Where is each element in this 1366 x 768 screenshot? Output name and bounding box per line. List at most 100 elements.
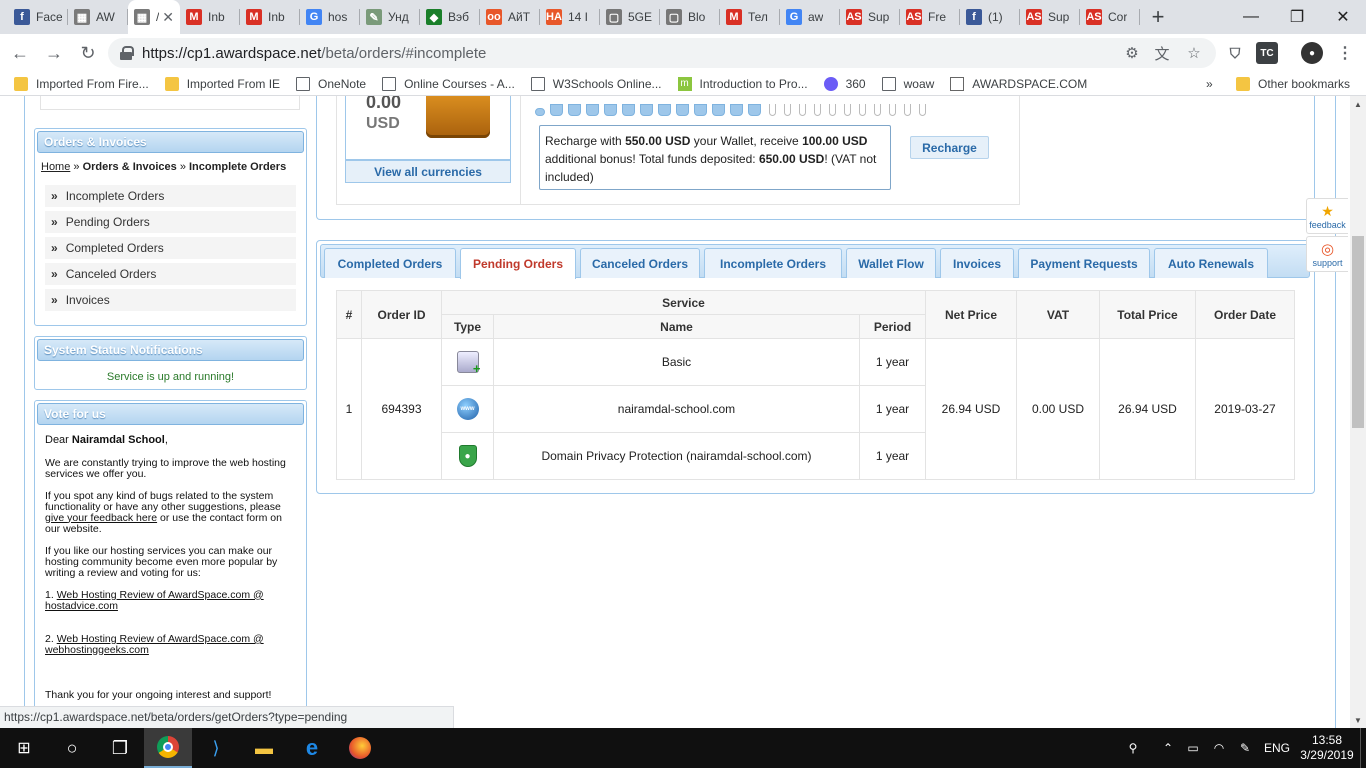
clock[interactable]: 13:58 3/29/2019 xyxy=(1296,728,1358,768)
scroll-thumb[interactable] xyxy=(1352,236,1364,428)
forward-button[interactable]: → xyxy=(38,37,70,69)
webhostinggeeks-review-link[interactable]: Web Hosting Review of AwardSpace.com @ w… xyxy=(45,633,264,656)
bookmark-item[interactable]: m Introduction to Pro... xyxy=(670,72,816,96)
browser-tab[interactable]: ◆ Вэб xyxy=(420,0,480,34)
col-type: Type xyxy=(441,314,494,339)
battery-icon[interactable]: ▭ xyxy=(1182,728,1204,768)
tab-title: Fre xyxy=(928,10,946,24)
language-indicator[interactable]: ENG xyxy=(1262,728,1292,768)
bookmark-item[interactable]: 360 xyxy=(816,72,874,96)
site-settings-icon[interactable]: ⚙ xyxy=(1124,45,1140,62)
tab-incomplete-orders[interactable]: Incomplete Orders xyxy=(704,248,842,278)
browser-tab[interactable]: AS Cor xyxy=(1080,0,1140,34)
people-icon[interactable]: ⚲ xyxy=(1120,728,1146,768)
browser-tab[interactable]: ▦ AW xyxy=(68,0,128,34)
bookmark-label: woaw xyxy=(903,76,935,91)
bookmark-item[interactable]: Imported From IE xyxy=(157,72,288,96)
browser-tab[interactable]: Ghos xyxy=(300,0,360,34)
recharge-button[interactable]: Recharge xyxy=(910,136,989,159)
close-tab-icon[interactable]: ✕ xyxy=(162,9,174,26)
translate-icon[interactable]: 文 xyxy=(1154,45,1170,63)
browser-tab[interactable]: Gaw xyxy=(780,0,840,34)
browser-tab[interactable]: oo АйТ xyxy=(480,0,540,34)
browser-tab[interactable]: ▢ 5GE xyxy=(600,0,660,34)
tab-pending-orders[interactable]: Pending Orders xyxy=(460,248,576,279)
scroll-up-arrow[interactable]: ▲ xyxy=(1350,96,1366,112)
tc-extension-icon[interactable]: TC xyxy=(1256,42,1278,64)
edge-icon[interactable]: e xyxy=(288,728,336,768)
browser-tab[interactable]: AS Fre xyxy=(900,0,960,34)
tab-canceled-orders[interactable]: Canceled Orders xyxy=(580,248,700,278)
sidebar-item-canceled-orders[interactable]: » Canceled Orders xyxy=(45,263,296,285)
windows-start-icon[interactable]: ⊞ xyxy=(0,728,48,768)
sidebar-item-completed-orders[interactable]: » Completed Orders xyxy=(45,237,296,259)
tab-favicon-icon: AS xyxy=(846,9,862,25)
back-button[interactable]: ← xyxy=(4,37,36,69)
close-window-button[interactable]: ✕ xyxy=(1320,0,1366,34)
tab-invoices[interactable]: Invoices xyxy=(940,248,1014,278)
vote-thanks: Thank you for your ongoing interest and … xyxy=(45,688,272,701)
feedback-widget[interactable]: ★ feedback xyxy=(1306,198,1348,234)
bookmark-star-icon[interactable]: ☆ xyxy=(1186,45,1202,62)
vscode-icon[interactable]: ⟩ xyxy=(192,728,240,768)
shield-extension-icon[interactable]: ⛉ xyxy=(1224,42,1246,64)
task-view-icon[interactable]: ❐ xyxy=(96,728,144,768)
wallet-balance-amount: 0.00 xyxy=(366,96,402,112)
menu-dots-icon[interactable]: ⋮ xyxy=(1334,42,1356,64)
file-explorer-icon[interactable]: ▬ xyxy=(240,728,288,768)
tab-wallet-flow[interactable]: Wallet Flow xyxy=(846,248,936,278)
tab-payment-requests[interactable]: Payment Requests xyxy=(1018,248,1150,278)
browser-tab[interactable]: AS Sup xyxy=(840,0,900,34)
browser-tab[interactable]: f Face xyxy=(8,0,68,34)
view-all-currencies-button[interactable]: View all currencies xyxy=(345,160,511,183)
page-scrollbar[interactable]: ▲ ▼ xyxy=(1350,96,1366,728)
sidebar-item-invoices[interactable]: » Invoices xyxy=(45,289,296,311)
firefox-icon[interactable] xyxy=(336,728,384,768)
reload-button[interactable]: ↻ xyxy=(72,37,104,69)
chrome-icon[interactable] xyxy=(144,728,192,768)
sidebar-item-pending-orders[interactable]: » Pending Orders xyxy=(45,211,296,233)
progress-segment xyxy=(904,104,911,116)
browser-tab[interactable]: ✎ Унд xyxy=(360,0,420,34)
browser-tab[interactable]: HA 14 I xyxy=(540,0,600,34)
hostadvice-review-link[interactable]: Web Hosting Review of AwardSpace.com @ h… xyxy=(45,589,264,612)
browser-tab[interactable]: M Inb xyxy=(180,0,240,34)
browser-tab[interactable]: M Inb xyxy=(240,0,300,34)
breadcrumb-home[interactable]: Home xyxy=(41,161,70,173)
more-bookmarks-button[interactable]: » xyxy=(1198,72,1221,96)
support-widget[interactable]: ◎ support xyxy=(1306,236,1348,272)
bookmark-item[interactable]: W3Schools Online... xyxy=(523,72,670,96)
bookmark-item[interactable]: Online Courses - A... xyxy=(374,72,523,96)
other-bookmarks[interactable]: Other bookmarks xyxy=(1228,72,1358,96)
bookmark-item[interactable]: AWARDSPACE.COM xyxy=(942,72,1095,96)
search-icon[interactable]: ○ xyxy=(48,728,96,768)
show-desktop-button[interactable] xyxy=(1360,728,1366,768)
scroll-down-arrow[interactable]: ▼ xyxy=(1350,712,1366,728)
tray-chevron-icon[interactable]: ⌃ xyxy=(1158,728,1178,768)
bullet-icon: » xyxy=(51,293,58,307)
browser-tab[interactable]: ▦ / ✕ xyxy=(128,0,180,34)
new-tab-button[interactable]: + xyxy=(1140,0,1176,34)
bookmark-item[interactable]: OneNote xyxy=(288,72,374,96)
orders-invoices-box: Orders & Invoices Home » Orders & Invoic… xyxy=(34,128,307,326)
windows-taskbar: ⊞ ○ ❐ ⟩ ▬ e ⚲ ⌃ ▭ ◠ ✎ ENG 13:58 3/29/201… xyxy=(0,728,1366,768)
pen-icon[interactable]: ✎ xyxy=(1234,728,1256,768)
browser-tab[interactable]: f (1) xyxy=(960,0,1020,34)
browser-tab[interactable]: AS Sup xyxy=(1020,0,1080,34)
tab-auto-renewals[interactable]: Auto Renewals xyxy=(1154,248,1268,278)
breadcrumb-section[interactable]: Orders & Invoices xyxy=(83,161,177,173)
minimize-button[interactable]: — xyxy=(1228,0,1274,34)
browser-tab[interactable]: M Тел xyxy=(720,0,780,34)
order-vat: 0.00 USD xyxy=(1016,338,1100,480)
tab-favicon-icon: ▦ xyxy=(74,9,90,25)
sidebar-item-incomplete-orders[interactable]: » Incomplete Orders xyxy=(45,185,296,207)
bookmark-item[interactable]: Imported From Fire... xyxy=(0,72,157,96)
bookmark-item[interactable]: woaw xyxy=(874,72,943,96)
browser-tab[interactable]: ▢ Blo xyxy=(660,0,720,34)
profile-avatar[interactable]: ● xyxy=(1301,42,1323,64)
domain-www-icon: www xyxy=(456,398,479,420)
wifi-icon[interactable]: ◠ xyxy=(1208,728,1230,768)
maximize-button[interactable]: ❐ xyxy=(1274,0,1320,34)
tab-completed-orders[interactable]: Completed Orders xyxy=(324,248,456,278)
address-bar[interactable]: https://cp1.awardspace.net/beta/orders/#… xyxy=(108,38,1216,68)
